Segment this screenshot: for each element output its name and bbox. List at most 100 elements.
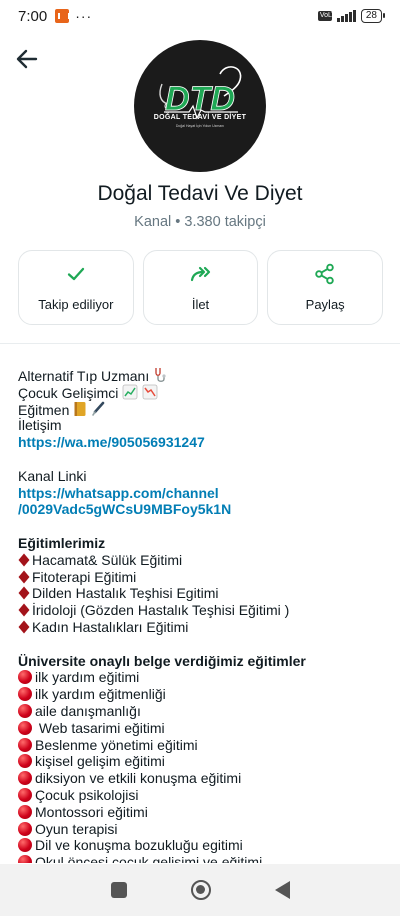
training-label: Dilden Hastalık Teşhisi Egitimi xyxy=(32,585,219,602)
whatsapp-contact-link[interactable]: https://wa.me/905056931247 xyxy=(18,434,390,451)
whatsapp-channel-link-part[interactable]: /0029Vadc5gWCsU9MBFoy5k1N xyxy=(18,501,390,518)
divider xyxy=(0,343,400,344)
trainings-list: Hacamat& Sülük Eğitimi Fitoterapi Eğitimi… xyxy=(18,552,390,636)
red-circle-icon xyxy=(18,754,32,769)
action-buttons: Takip ediliyor İlet Paylaş xyxy=(18,250,384,325)
channel-logo-icon: DTD xyxy=(159,66,242,120)
recents-icon[interactable] xyxy=(110,882,127,898)
description-line: Çocuk Gelişimci xyxy=(18,384,390,401)
signal-icon xyxy=(336,10,356,22)
back-button[interactable] xyxy=(14,46,40,72)
notification-app-icon xyxy=(55,9,71,23)
training-label: Kadın Hastalıkları Eğitimi xyxy=(32,618,189,635)
course-label: Çocuk psikolojisi xyxy=(35,786,139,803)
training-item: İridoloji (Gözden Hastalık Teşhisi Eğiti… xyxy=(18,602,390,619)
course-item: Beslenme yönetimi eğitimi xyxy=(18,737,390,754)
check-icon xyxy=(67,267,84,281)
share-label: Paylaş xyxy=(305,297,345,312)
course-item: Web tasarimi eğitimi xyxy=(18,720,390,737)
stethoscope-icon xyxy=(155,368,166,382)
home-icon[interactable] xyxy=(190,880,211,900)
diamond-suit-icon xyxy=(18,603,30,617)
status-indicators: VoLTE 28 xyxy=(317,9,386,23)
diamond-suit-icon xyxy=(18,586,30,600)
more-notifications-icon: ··· xyxy=(75,8,93,24)
red-circle-icon xyxy=(18,787,32,802)
university-heading: Üniversite onaylı belge verdiğimiz eğiti… xyxy=(18,652,306,669)
course-item: ilk yardım eğitmenliği xyxy=(18,686,390,703)
red-circle-icon xyxy=(18,804,32,819)
university-courses-list: ilk yardım eğitimi ilk yardım eğitmenliği… xyxy=(18,669,390,863)
share-button[interactable]: Paylaş xyxy=(267,250,384,325)
course-label: Okul öncesi cocuk gelisimi ve eğitimi xyxy=(35,854,263,863)
back-icon[interactable] xyxy=(274,881,290,899)
red-circle-icon xyxy=(18,687,32,702)
volte-icon: VoLTE xyxy=(317,11,341,21)
course-label: Beslenme yönetimi eğitimi xyxy=(35,736,198,753)
diamond-suit-icon xyxy=(18,570,30,584)
course-item: Çocuk psikolojisi xyxy=(18,787,390,804)
forward-icon xyxy=(190,266,210,282)
trainings-heading: Eğitimlerimiz xyxy=(18,534,106,551)
description-text: Alternatif Tıp Uzmanı xyxy=(18,368,150,384)
course-label: aile danışmanlığı xyxy=(35,702,141,719)
red-circle-icon xyxy=(18,720,32,735)
diamond-suit-icon xyxy=(18,553,30,567)
forward-label: İlet xyxy=(191,297,210,312)
description-line: Alternatif Tıp Uzmanı xyxy=(18,367,390,384)
course-label: Dil ve konuşma bozukluğu egitimi xyxy=(35,837,243,854)
notebook-icon xyxy=(74,401,86,416)
course-label: ilk yardım eğitimi xyxy=(35,669,140,686)
course-label: ilk yardım eğitmenliği xyxy=(35,686,166,703)
whatsapp-channel-link-part[interactable]: https://whatsapp.com/channel xyxy=(18,485,390,502)
chart-increasing-icon xyxy=(122,384,138,400)
battery-icon: 28 xyxy=(360,9,386,23)
share-icon xyxy=(315,263,334,285)
arrow-left-icon xyxy=(16,49,38,69)
pen-icon xyxy=(92,401,105,416)
training-label: Fitoterapi Eğitimi xyxy=(32,568,137,585)
red-circle-icon xyxy=(18,703,32,718)
logo-text: DOĞAL TEDAVİ VE DİYET xyxy=(153,114,247,121)
description-text: İletişim xyxy=(18,417,62,434)
course-item: kişisel gelişim eğitimi xyxy=(18,753,390,770)
course-item: Montossori eğitimi xyxy=(18,804,390,821)
course-item: diksiyon ve etkili konuşma eğitimi xyxy=(18,770,390,787)
course-label: kişisel gelişim eğitimi xyxy=(35,753,165,770)
course-label: Web tasarimi eğitimi xyxy=(35,719,165,736)
course-label: Oyun terapisi xyxy=(35,820,118,837)
channel-meta: Kanal • 3.380 takipçi xyxy=(134,214,266,230)
red-circle-icon xyxy=(18,771,32,786)
course-item: ilk yardım eğitimi xyxy=(18,669,390,686)
chart-decreasing-icon xyxy=(142,384,158,400)
channel-avatar[interactable]: DTD DOĞAL TEDAVİ VE DİYET Doğal Hayat İç… xyxy=(134,40,266,172)
forward-button[interactable]: İlet xyxy=(142,250,259,325)
red-circle-icon xyxy=(18,670,32,685)
system-nav-bar xyxy=(0,864,400,916)
description-text: Çocuk Gelişimci xyxy=(18,384,119,401)
training-item: Kadın Hastalıkları Eğitimi xyxy=(18,619,390,636)
channel-name: Doğal Tedavi Ve Diyet xyxy=(97,182,303,205)
description-text: Eğitmen xyxy=(18,401,70,418)
course-item: aile danışmanlığı xyxy=(18,703,390,720)
red-circle-icon xyxy=(18,821,32,836)
status-bar: 7:00 ··· VoLTE 28 xyxy=(0,0,400,32)
red-circle-icon xyxy=(18,838,32,853)
red-circle-icon xyxy=(18,855,32,863)
training-label: Hacamat& Sülük Eğitimi xyxy=(32,551,183,568)
diamond-suit-icon xyxy=(18,620,30,634)
description-text: Kanal Linki xyxy=(18,467,87,484)
whatsapp-channel-link[interactable]: https://whatsapp.com/channel /0029Vadc5g… xyxy=(18,485,390,519)
training-item: Dilden Hastalık Teşhisi Egitimi xyxy=(18,585,390,602)
description-line: Eğitmen xyxy=(18,401,390,418)
course-label: diksiyon ve etkili konuşma eğitimi xyxy=(35,770,242,787)
channel-description: Alternatif Tıp Uzmanı Çocuk Gelişimci Eğ… xyxy=(18,367,390,863)
following-label: Takip ediliyor xyxy=(38,297,114,312)
training-label: İridoloji (Gözden Hastalık Teşhisi Eğiti… xyxy=(32,602,290,619)
course-item: Oyun terapisi xyxy=(18,821,390,838)
following-button[interactable]: Takip ediliyor xyxy=(18,250,134,325)
training-item: Hacamat& Sülük Eğitimi xyxy=(18,552,390,569)
